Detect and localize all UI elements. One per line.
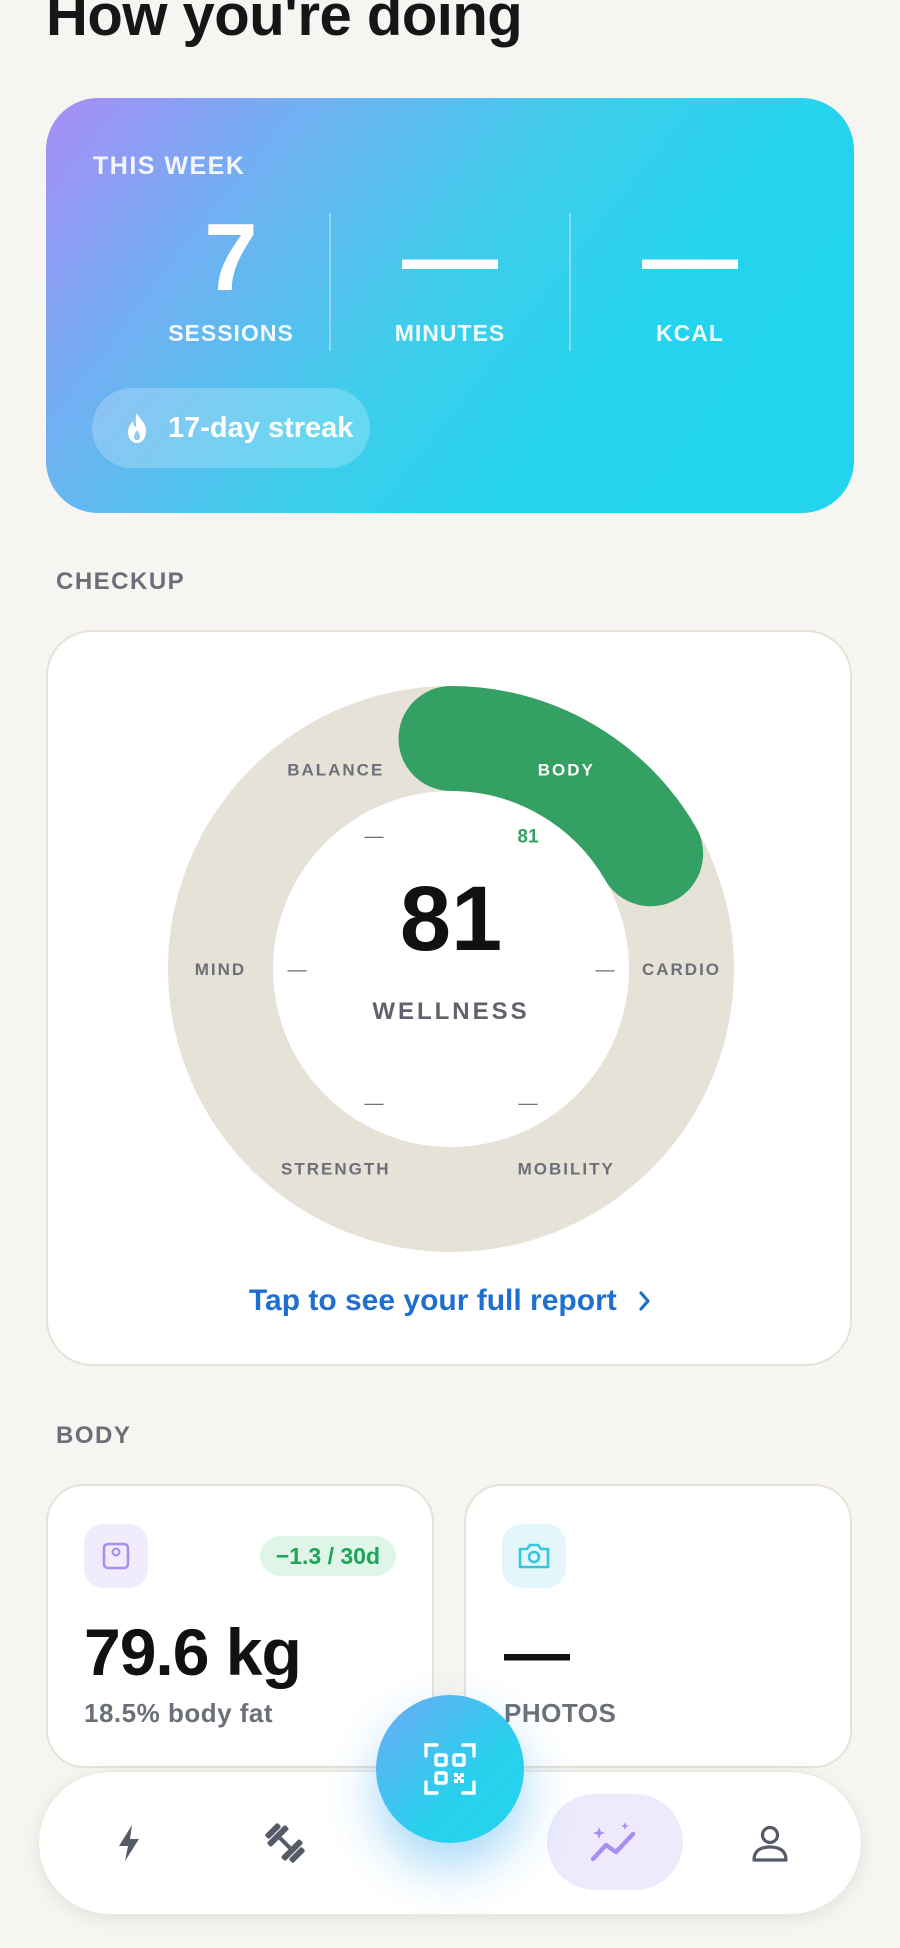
- nav-item-workouts[interactable]: [252, 1810, 318, 1876]
- minutes-label: MINUTES: [394, 320, 506, 346]
- sessions-value: 7: [204, 204, 258, 311]
- checkup-card[interactable]: BODY 81 CARDIO — MOBILITY — STRENGTH — MIND — BALA…: [46, 630, 852, 1366]
- ring-value-strength: —: [365, 1093, 384, 1114]
- scale-icon-tile: [84, 1524, 148, 1588]
- ring-label-mind: MIND: [195, 960, 246, 979]
- bolt-icon: [119, 1825, 139, 1861]
- weight-card[interactable]: −1.3 / 30d 79.6 kg 18.5% body fat: [46, 1484, 434, 1768]
- weight-value: 79.6 kg: [84, 1615, 302, 1689]
- streak-text: 17-day streak: [168, 411, 354, 444]
- photos-label: PHOTOS: [504, 1698, 617, 1728]
- streak-badge[interactable]: 17-day streak: [92, 388, 370, 468]
- stat-sessions: 7 SESSIONS: [111, 208, 351, 347]
- ring-label-body: BODY: [538, 760, 595, 779]
- body-fat-value: 18.5% body fat: [84, 1698, 274, 1728]
- ring-label-cardio: CARDIO: [642, 960, 721, 979]
- kcal-value: —: [642, 204, 738, 311]
- full-report-link[interactable]: Tap to see your full report: [48, 1284, 854, 1318]
- scan-button[interactable]: [376, 1695, 524, 1843]
- ring-label-mobility: MOBILITY: [518, 1160, 615, 1179]
- ring-label-strength: STRENGTH: [281, 1160, 391, 1179]
- stat-minutes: — MINUTES: [330, 208, 570, 347]
- ring-segment-body[interactable]: [398, 686, 704, 907]
- profile-icon: [752, 1825, 788, 1862]
- ring-value-mobility: —: [519, 1093, 538, 1114]
- nav-item-progress[interactable]: [582, 1810, 648, 1876]
- flame-icon: [128, 413, 146, 443]
- wellness-label: WELLNESS: [372, 998, 529, 1025]
- photos-card[interactable]: — PHOTOS: [464, 1484, 852, 1768]
- weight-delta-badge: −1.3 / 30d: [259, 1536, 396, 1576]
- camera-icon-tile: [502, 1524, 566, 1588]
- full-report-label: Tap to see your full report: [248, 1284, 617, 1317]
- this-week-card[interactable]: THIS WEEK 7 SESSIONS — MINUTES — KCAL 17…: [46, 98, 854, 513]
- body-section-title: BODY: [56, 1422, 132, 1449]
- ring-label-balance: BALANCE: [287, 760, 384, 779]
- kcal-label: KCAL: [656, 320, 724, 346]
- stat-kcal: — KCAL: [570, 208, 810, 347]
- progress-chart-icon: [590, 1822, 636, 1862]
- minutes-value: —: [402, 204, 498, 311]
- sessions-label: SESSIONS: [168, 320, 294, 346]
- photos-value: —: [504, 1615, 570, 1689]
- ring-value-mind: —: [288, 960, 307, 981]
- nav-item-activity[interactable]: [96, 1810, 162, 1876]
- scale-icon: [102, 1542, 130, 1570]
- qr-scan-icon: [424, 1743, 476, 1795]
- checkup-section-title: CHECKUP: [56, 568, 186, 595]
- nav-item-profile[interactable]: [737, 1810, 803, 1876]
- page-title: How you're doing: [46, 0, 523, 48]
- dumbbell-icon: [265, 1823, 305, 1863]
- ring-value-cardio: —: [596, 960, 615, 981]
- camera-icon: [518, 1543, 550, 1569]
- this-week-label: THIS WEEK: [93, 152, 246, 180]
- ring-value-balance: —: [365, 827, 384, 848]
- wellness-ring: BODY 81 CARDIO — MOBILITY — STRENGTH — MIND — BALA…: [168, 686, 734, 1252]
- ring-value-body: 81: [517, 827, 539, 848]
- wellness-score: 81: [400, 868, 502, 970]
- chevron-right-icon: [639, 1291, 650, 1311]
